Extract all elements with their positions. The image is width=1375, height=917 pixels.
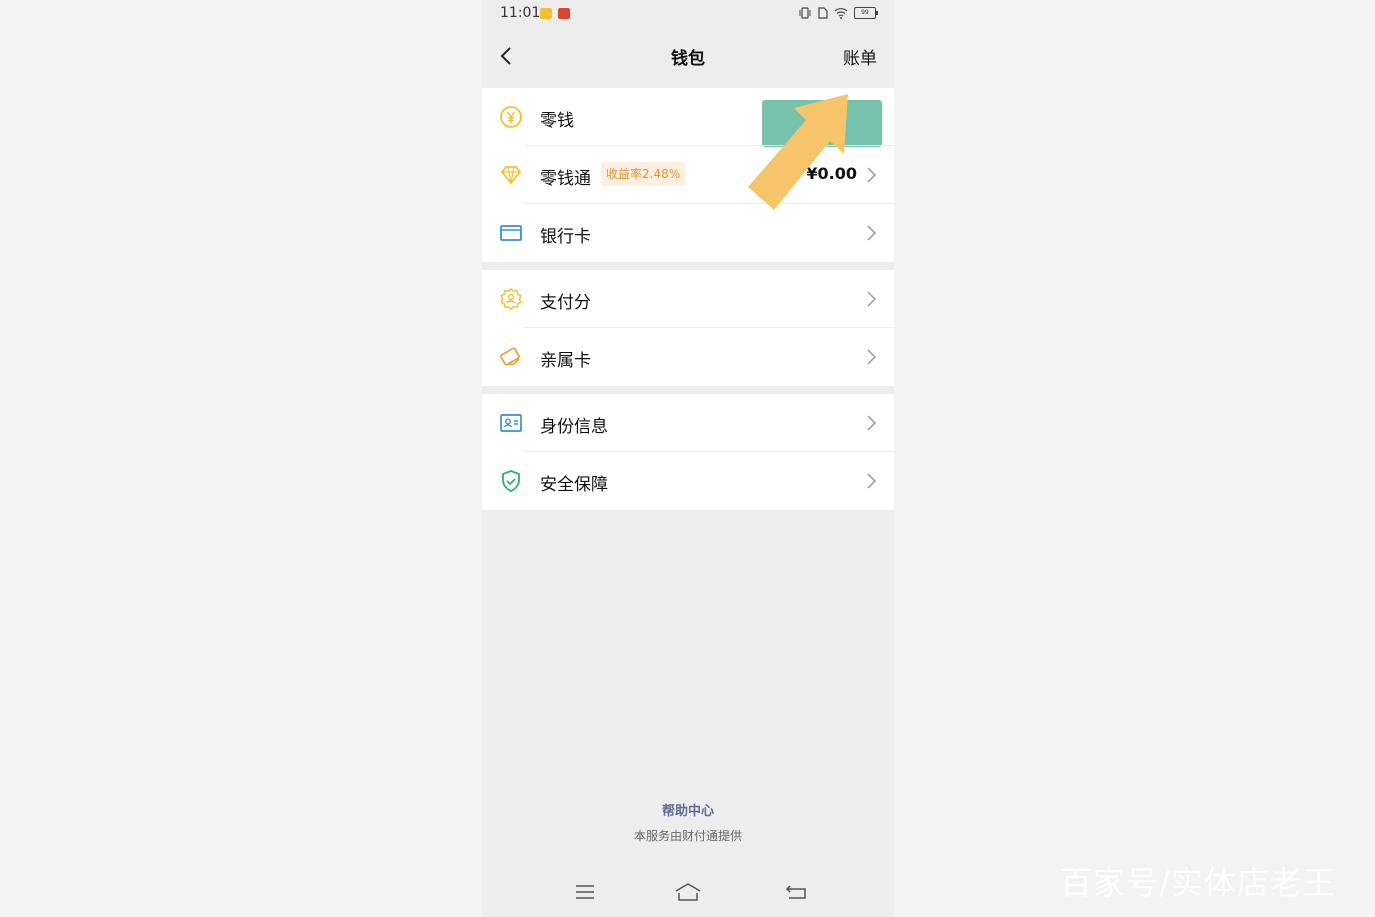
page-title: 钱包 [671, 49, 705, 69]
chevron-right-icon [867, 167, 876, 183]
notification-app-icon [558, 8, 570, 19]
home-button[interactable] [674, 880, 702, 904]
chevron-right-icon [867, 225, 876, 241]
menu-icon [576, 885, 594, 899]
menu-button[interactable] [571, 880, 599, 904]
list-item-pay-score[interactable]: 支付分 [482, 270, 894, 328]
annotation-highlight-block [762, 100, 882, 147]
identity-info-label: 身份信息 [540, 417, 608, 437]
list-item-bank-card[interactable]: 银行卡 [482, 204, 894, 262]
vibrate-icon [799, 7, 811, 19]
list-item-security[interactable]: 安全保障 [482, 452, 894, 510]
status-time: 11:01 [500, 5, 541, 21]
battery-level: 99 [861, 9, 869, 16]
battery-icon: 99 [854, 7, 878, 19]
chevron-right-icon [867, 349, 876, 365]
security-label: 安全保障 [540, 475, 608, 495]
wifi-icon [834, 8, 848, 19]
navigation-bar: 钱包 账单 [482, 28, 894, 84]
list-item-lingqiantong[interactable]: 零钱通 收益率2.48% ¥0.00 [482, 146, 894, 204]
change-label: 零钱 [540, 111, 574, 131]
yield-rate-badge: 收益率2.48% [601, 162, 686, 186]
diamond-icon [500, 166, 522, 185]
list-item-identity-info[interactable]: 身份信息 [482, 394, 894, 452]
yuan-coin-icon [500, 106, 522, 128]
bill-button[interactable]: 账单 [843, 44, 877, 69]
bank-card-icon [500, 225, 522, 241]
bank-card-label: 银行卡 [540, 227, 591, 247]
pay-score-icon [500, 288, 522, 310]
pay-score-label: 支付分 [540, 293, 591, 313]
list-item-change[interactable]: 零钱 [482, 88, 894, 147]
system-navigation-bar [482, 872, 894, 912]
chevron-right-icon [867, 473, 876, 489]
return-icon [785, 885, 806, 899]
id-card-icon [500, 414, 522, 432]
sim-icon [818, 7, 828, 19]
wallet-group-1: 零钱 零钱通 收益率2.48% ¥0.00 银行卡 [482, 88, 894, 262]
family-card-label: 亲属卡 [540, 351, 591, 371]
back-system-button[interactable] [782, 880, 810, 904]
chevron-right-icon [867, 291, 876, 307]
wallet-group-3: 身份信息 安全保障 [482, 394, 894, 510]
phone-screen: 11:01 99 钱包 账单 零钱 零钱通 收益率2.48% ¥0.00 银行卡… [482, 0, 894, 917]
status-bar: 11:01 99 [482, 0, 894, 28]
service-provider-note: 本服务由财付通提供 [633, 829, 742, 843]
chevron-right-icon [867, 415, 876, 431]
shield-icon [502, 470, 520, 492]
family-card-icon [500, 347, 520, 366]
watermark: 百家号/实体店老王 [1060, 864, 1336, 902]
lingqiantong-label: 零钱通 [540, 169, 591, 189]
help-center-link[interactable]: 帮助中心 [482, 800, 894, 819]
wallet-group-2: 支付分 亲属卡 [482, 270, 894, 386]
home-icon [675, 883, 701, 901]
notification-app-icon [540, 8, 552, 19]
lingqiantong-amount: ¥0.00 [806, 164, 857, 183]
status-indicators: 99 [798, 7, 878, 19]
list-item-family-card[interactable]: 亲属卡 [482, 328, 894, 386]
